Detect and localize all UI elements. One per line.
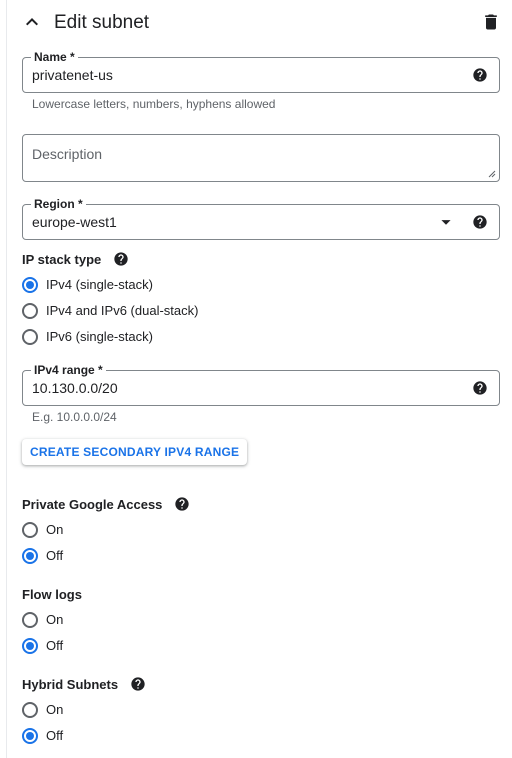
- ip-stack-heading-label: IP stack type: [22, 252, 102, 267]
- help-icon[interactable]: [472, 380, 488, 396]
- ipv4-range-field[interactable]: IPv4 range * 10.130.0.0/20: [22, 362, 500, 406]
- private-google-access-option-on[interactable]: On: [22, 520, 63, 540]
- help-icon[interactable]: [130, 676, 146, 692]
- radio-button[interactable]: [22, 522, 38, 538]
- help-icon[interactable]: [113, 251, 129, 267]
- hybrid-subnets-option-off[interactable]: Off: [22, 726, 63, 746]
- ipv4-range-hint: E.g. 10.0.0.0/24: [32, 410, 117, 424]
- radio-label: IPv6 (single-stack): [46, 329, 153, 344]
- ipv4-range-value: 10.130.0.0/20: [32, 380, 118, 396]
- dropdown-arrow-icon[interactable]: [435, 211, 457, 233]
- radio-label: IPv4 (single-stack): [46, 277, 153, 292]
- hybrid-subnets-heading: Hybrid Subnets: [22, 676, 146, 694]
- create-secondary-ipv4-range-button[interactable]: CREATE SECONDARY IPV4 RANGE: [22, 439, 248, 465]
- description-field[interactable]: Description: [22, 134, 500, 182]
- radio-button-checked[interactable]: [22, 728, 38, 744]
- radio-button-checked[interactable]: [22, 277, 38, 293]
- flow-logs-heading: Flow logs: [22, 586, 82, 604]
- ip-stack-option-dual[interactable]: IPv4 and IPv6 (dual-stack): [22, 301, 198, 321]
- radio-label: On: [46, 702, 64, 717]
- hybrid-subnets-heading-label: Hybrid Subnets: [22, 677, 119, 692]
- flow-logs-heading-label: Flow logs: [22, 587, 82, 602]
- name-field-value: privatenet-us: [32, 67, 113, 83]
- help-icon[interactable]: [472, 214, 488, 230]
- description-placeholder: Description: [32, 146, 103, 162]
- region-select-value: europe-west1: [32, 214, 117, 230]
- radio-label: On: [46, 612, 64, 627]
- radio-label: Off: [46, 728, 64, 743]
- private-google-access-heading-label: Private Google Access: [22, 497, 163, 512]
- hybrid-subnets-option-on[interactable]: On: [22, 700, 63, 720]
- flow-logs-option-on[interactable]: On: [22, 610, 63, 630]
- radio-button[interactable]: [22, 303, 38, 319]
- private-google-access-option-off[interactable]: Off: [22, 546, 63, 566]
- panel-title: Edit subnet: [54, 12, 150, 33]
- ip-stack-option-ipv4[interactable]: IPv4 (single-stack): [22, 275, 153, 295]
- radio-label: IPv4 and IPv6 (dual-stack): [46, 303, 199, 318]
- name-field[interactable]: Name * privatenet-us: [22, 49, 500, 93]
- radio-button[interactable]: [22, 612, 38, 628]
- panel-left-border: [6, 0, 7, 758]
- radio-label: On: [46, 522, 64, 537]
- radio-label: Off: [46, 638, 64, 653]
- radio-button-checked[interactable]: [22, 548, 38, 564]
- ip-stack-heading: IP stack type: [22, 251, 129, 269]
- private-google-access-heading: Private Google Access: [22, 496, 190, 514]
- radio-button[interactable]: [22, 329, 38, 345]
- region-select-label: Region *: [31, 196, 86, 212]
- chevron-up-icon[interactable]: [20, 10, 44, 34]
- name-field-label: Name *: [31, 49, 78, 65]
- help-icon[interactable]: [472, 67, 488, 83]
- help-icon[interactable]: [174, 496, 190, 512]
- radio-button[interactable]: [22, 702, 38, 718]
- radio-button-checked[interactable]: [22, 638, 38, 654]
- ipv4-range-label: IPv4 range *: [31, 362, 106, 378]
- resize-handle-icon[interactable]: [486, 168, 496, 178]
- name-hint: Lowercase letters, numbers, hyphens allo…: [32, 97, 276, 111]
- flow-logs-option-off[interactable]: Off: [22, 636, 63, 656]
- region-select[interactable]: Region * europe-west1: [22, 196, 500, 240]
- ip-stack-option-ipv6[interactable]: IPv6 (single-stack): [22, 327, 153, 347]
- trash-icon[interactable]: [481, 12, 501, 32]
- radio-label: Off: [46, 548, 64, 563]
